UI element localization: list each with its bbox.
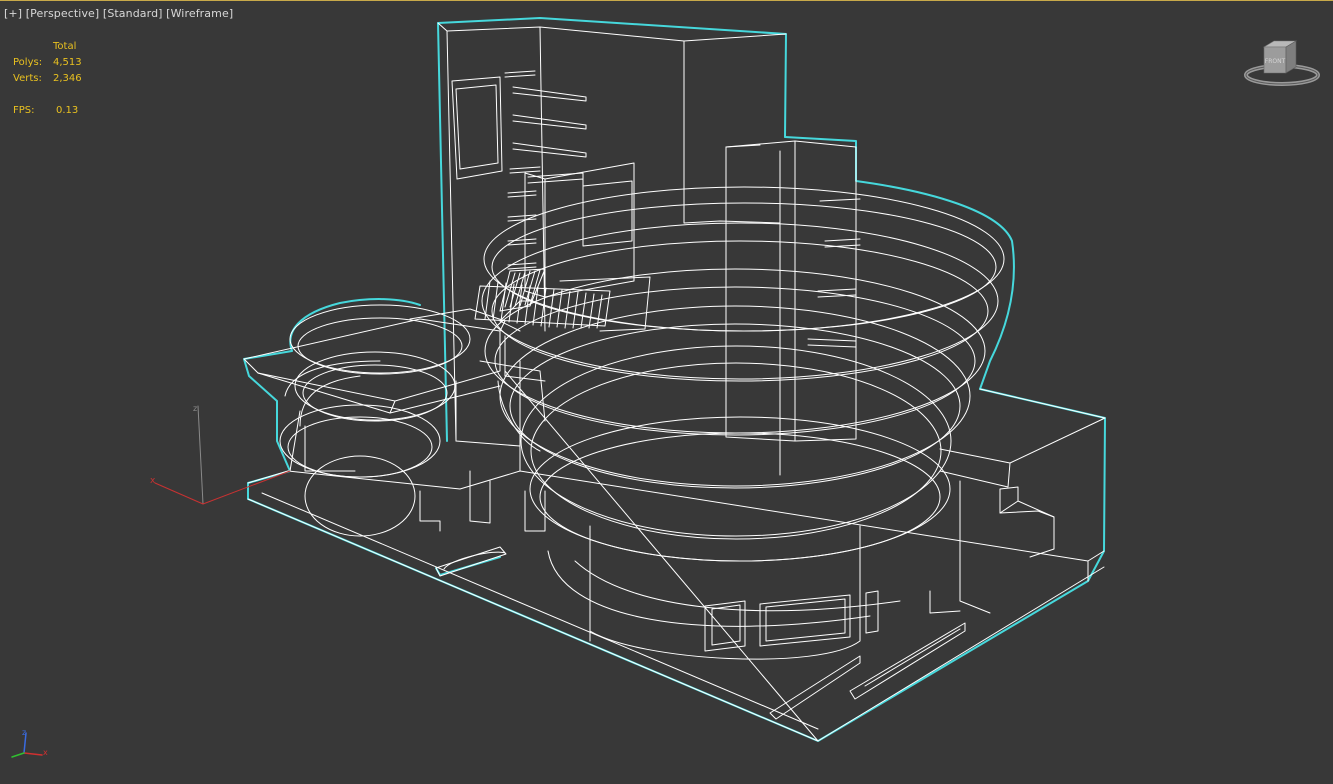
left-rings xyxy=(279,304,471,537)
selection-outline xyxy=(243,17,1106,742)
gizmo-x-label: x xyxy=(150,476,156,486)
viewcube-icon[interactable]: FRONT xyxy=(1240,37,1322,89)
viewcube-front-label: FRONT xyxy=(1265,58,1286,65)
wireframe-scene[interactable]: z x z x xyxy=(0,1,1333,784)
gizmo-z-label: z xyxy=(193,404,197,413)
corner-x-label: x xyxy=(43,748,48,757)
spiral-rings xyxy=(481,186,1005,562)
corner-axis-tripod xyxy=(11,732,43,758)
world-axis-gizmo xyxy=(154,405,291,505)
building-wireframe xyxy=(243,22,1106,742)
corner-z-label: z xyxy=(22,728,26,737)
perspective-viewport[interactable]: [+] [Perspective] [Standard] [Wireframe]… xyxy=(0,0,1333,783)
